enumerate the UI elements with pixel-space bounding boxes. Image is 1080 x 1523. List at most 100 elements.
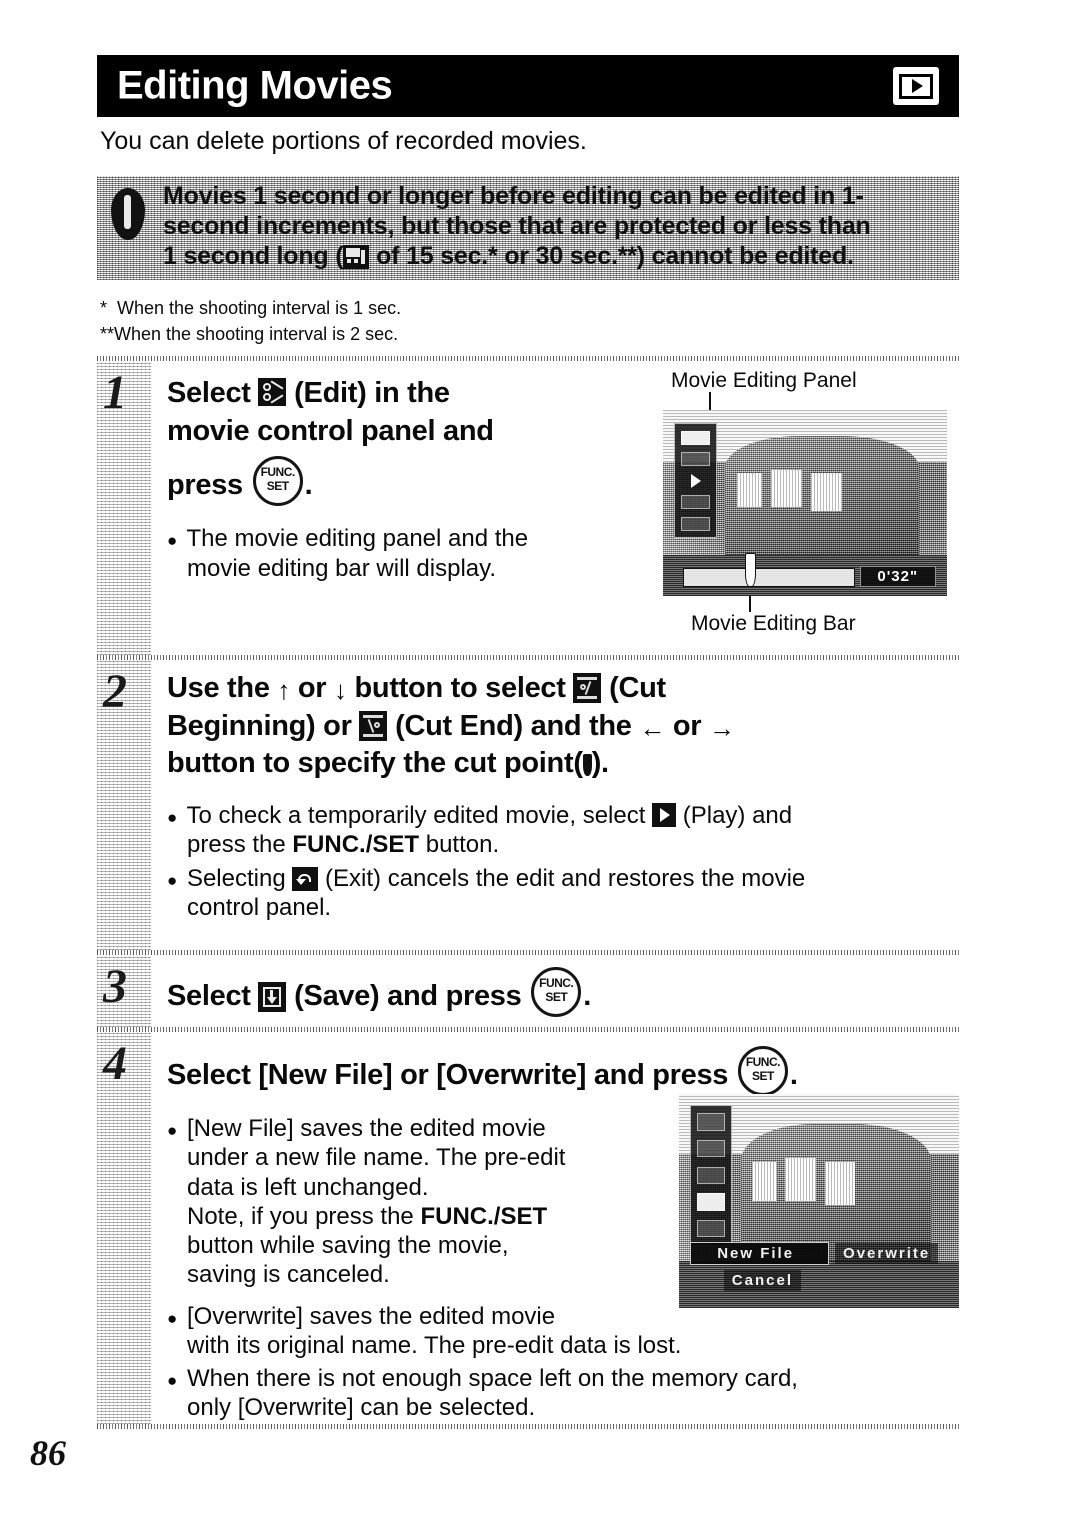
func-set-button-icon: FUNC. SET: [252, 456, 303, 507]
step-4-gutter: [97, 1032, 151, 1424]
exit-icon: [292, 866, 319, 891]
arrow-right-icon: →: [709, 712, 735, 743]
step-1-figure: Movie Editing Panel 0'32" Movie Editing …: [663, 369, 959, 635]
play-icon: [652, 803, 677, 828]
step-4-number: 4: [103, 1037, 127, 1090]
cut-end-icon: [359, 710, 388, 741]
step-4-b1-note: Note, if you press the FUNC./SET: [187, 1202, 707, 1231]
step-2: 2 Use the ↑ or ↓ button to select (Cut B…: [97, 660, 959, 950]
panel-item-cut-beginning: [681, 452, 710, 467]
step-4-b1-note-l3: saving is canceled.: [187, 1261, 390, 1289]
step-3-h-a: Select: [167, 980, 259, 1012]
step-4-b1-l3: data is left unchanged.: [187, 1173, 429, 1201]
arrow-left-icon: ←: [639, 712, 666, 743]
timecode-label: 0'32": [859, 566, 936, 587]
divider: [97, 1424, 959, 1429]
menu-item-new-file[interactable]: New File: [690, 1242, 830, 1266]
menu-item-overwrite[interactable]: Overwrite: [835, 1243, 939, 1265]
step-2-h-b: or: [290, 672, 335, 704]
step-2-h-h: button to specify the cut point(: [167, 747, 583, 780]
step-4-b1-note-pre: Note, if you press the: [187, 1202, 421, 1230]
panel-item-cut-beginning: [697, 1139, 726, 1158]
step-2-b1-post: (Play) and: [676, 802, 793, 830]
manual-page: Editing Movies You can delete portions o…: [0, 0, 1080, 1523]
step-1-bullet-1-line1: The movie editing panel and the: [186, 525, 529, 553]
step-2-b1-l2-bold: FUNC./SET: [292, 831, 420, 859]
step-2-h-a: Use the: [167, 672, 278, 704]
func-set-button-icon: FUNC. SET: [737, 1046, 788, 1096]
caution-box: Movies 1 second or longer before editing…: [97, 176, 959, 280]
step-4-headline: Select [New File] or [Overwrite] and pre…: [167, 1046, 953, 1096]
footnote-1: * When the shooting interval is 1 sec.: [100, 298, 402, 318]
func-set-bottom-label: SET: [266, 479, 289, 494]
movie-editing-panel: [674, 423, 717, 539]
arrow-down-icon: ↓: [334, 675, 347, 705]
step-2-h-g: or: [665, 709, 710, 742]
caution-line-1: Movies 1 second or longer before editing…: [163, 182, 864, 210]
step-4-bullet-3: When there is not enough space left on t…: [167, 1364, 953, 1393]
caution-text: Movies 1 second or longer before editing…: [163, 182, 953, 271]
exclamation-icon: [111, 188, 147, 240]
panel-item-save: [697, 1193, 726, 1211]
caution-line-3: 1 second long ( of 15 sec.* or 30 sec.**…: [163, 242, 953, 272]
footnote-2: **When the shooting interval is 2 sec.: [100, 323, 399, 344]
step-2-h-c: button to select: [346, 672, 574, 704]
save-destination-menu-row-1: New File Overwrite: [690, 1242, 948, 1266]
step-2-h-e: Beginning) or: [167, 709, 360, 742]
step-4-b1-l2: under a new file name. The pre-edit: [187, 1144, 566, 1172]
footnotes: * When the shooting interval is 1 sec. *…: [100, 296, 800, 347]
step-3: 3 Select (Save) and press FUNC. SET .: [97, 955, 959, 1027]
step-4-b3-l2: only [Overwrite] can be selected.: [187, 1394, 536, 1422]
func-set-button-icon: FUNC. SET: [531, 967, 582, 1017]
steps-container: 1 Select (Edit) in the movie control pan…: [97, 356, 959, 1429]
step-2-b1-l2-post: button.: [419, 831, 500, 859]
step-2-bullet-2: Selecting (Exit) cancels the edit and re…: [167, 864, 953, 893]
step-1-headline-post: (Edit) in the: [286, 377, 450, 409]
step-2-b2-post: (Exit) cancels the edit and restores the…: [318, 864, 806, 892]
step-2-bullet-1-line2: press the FUNC./SET button.: [187, 830, 953, 859]
step-2-h-d: (Cut: [601, 672, 666, 704]
panel-item-edit: [681, 430, 710, 445]
step-3-number: 3: [103, 960, 127, 1013]
step-2-b1-l2-pre: press the: [187, 831, 293, 859]
movie-editing-bar: [682, 553, 856, 587]
cut-point-marker-icon: [582, 754, 592, 777]
step-4-b1-note-l2: button while saving the movie,: [187, 1232, 509, 1260]
panel-item-exit: [697, 1219, 726, 1238]
step-4-h-end: .: [789, 1059, 798, 1091]
step-1-bullet-1: The movie editing panel and the: [167, 524, 697, 553]
scissors-edit-icon: [258, 378, 287, 406]
panel-item-cut-end: [697, 1166, 726, 1184]
panel-item-exit: [681, 516, 710, 531]
movie-editing-panel: [690, 1104, 733, 1246]
step-1-headline-end: .: [304, 469, 313, 502]
caution-line-2: second increments, but those that are pr…: [163, 211, 871, 240]
step-4-b2-l2: with its original name. The pre-edit dat…: [187, 1331, 682, 1359]
step-4-b3-l1: When there is not enough space left on t…: [186, 1365, 798, 1393]
step-4-figure: New File Overwrite Cancel: [679, 1094, 959, 1308]
step-1-headline: Select (Edit) in the movie control panel…: [167, 375, 697, 507]
step-4-b1-l1: [New File] saves the edited movie: [186, 1115, 546, 1142]
playback-movie-icon: [893, 67, 939, 105]
step-4: 4 Select [New File] or [Overwrite] and p…: [97, 1032, 959, 1424]
panel-item-edit: [697, 1113, 726, 1131]
panel-item-save: [681, 495, 710, 510]
func-set-bottom-label: SET: [751, 1069, 774, 1083]
intro-text: You can delete portions of recorded movi…: [100, 127, 587, 155]
func-set-bottom-label: SET: [545, 990, 568, 1004]
caution-line-3-post: of 15 sec.* or 30 sec.**) cannot be edit…: [369, 241, 854, 270]
step-2-h-i: ).: [591, 747, 609, 780]
step-1-headline-pre: Select: [167, 377, 259, 409]
step-2-h-f: (Cut End) and the: [387, 709, 640, 742]
step-4-bullet-1: [New File] saves the edited movie: [167, 1114, 707, 1143]
page-header-bar: Editing Movies: [97, 55, 959, 117]
arrow-up-icon: ↑: [277, 675, 291, 705]
panel-item-play: [681, 474, 709, 488]
step-3-h-end: .: [583, 980, 591, 1012]
page-title: Editing Movies: [117, 63, 393, 108]
step-1-headline-line2: movie control panel and: [167, 414, 494, 447]
step-1-headline-line3: press: [167, 469, 243, 502]
caution-line-3-pre: 1 second long (: [163, 241, 344, 270]
cut-beginning-icon: [573, 673, 602, 703]
menu-item-cancel[interactable]: Cancel: [723, 1269, 801, 1291]
